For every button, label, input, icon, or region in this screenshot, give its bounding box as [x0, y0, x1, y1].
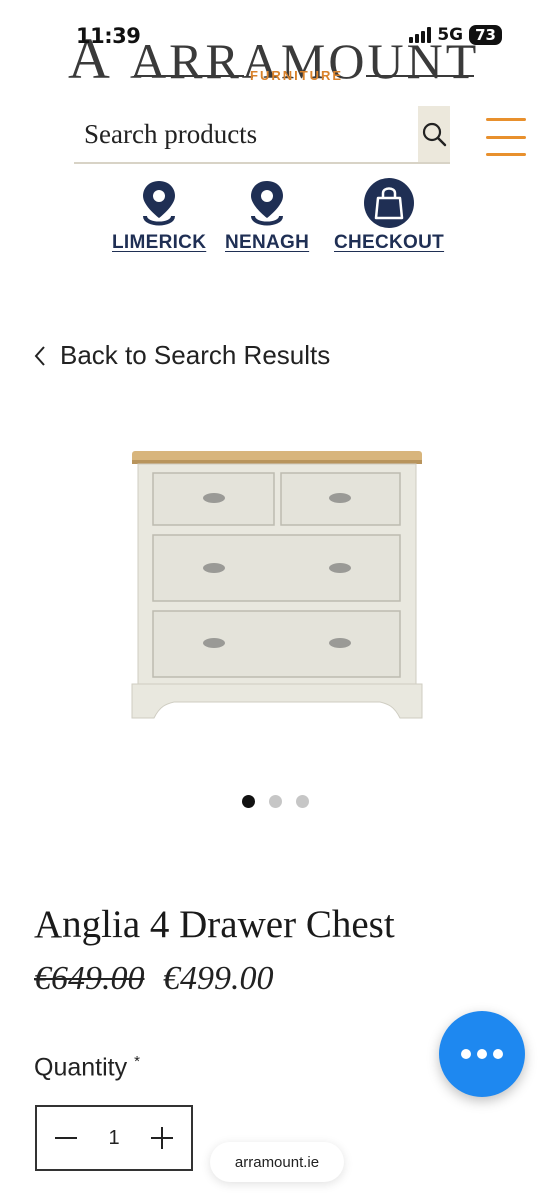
search-input[interactable] — [74, 106, 418, 162]
logo-tagline: FURNITURE — [250, 68, 344, 83]
chat-button[interactable] — [439, 1011, 525, 1097]
gallery-dot[interactable] — [242, 795, 255, 808]
status-indicators: 5G 73 — [409, 25, 502, 45]
location-limerick-link[interactable]: LIMERICK — [112, 178, 206, 254]
minus-icon — [55, 1137, 77, 1139]
logo-rule-left — [134, 75, 244, 77]
more-dots-icon — [461, 1049, 471, 1059]
network-type: 5G — [437, 25, 464, 45]
chevron-left-icon — [34, 345, 45, 366]
quantity-stepper: 1 — [35, 1105, 193, 1171]
gallery-pagination — [242, 795, 309, 808]
battery-level: 73 — [469, 25, 502, 45]
quantity-input[interactable]: 1 — [108, 1127, 119, 1150]
status-time: 11:39 — [76, 24, 141, 48]
quantity-label: Quantity * — [34, 1053, 140, 1082]
original-price: €649.00 — [34, 960, 145, 997]
location-label: CHECKOUT — [334, 232, 445, 253]
location-label: NENAGH — [225, 232, 310, 253]
required-mark: * — [134, 1053, 140, 1070]
checkout-link[interactable]: CHECKOUT — [334, 178, 444, 254]
price-block: €649.00 €499.00 — [34, 960, 274, 998]
search-icon — [422, 122, 447, 147]
location-label: LIMERICK — [112, 232, 207, 253]
back-link-label: Back to Search Results — [60, 340, 331, 370]
gallery-dot[interactable] — [296, 795, 309, 808]
menu-button[interactable] — [486, 118, 526, 156]
location-nenagh-link[interactable]: NENAGH — [225, 178, 309, 254]
product-title: Anglia 4 Drawer Chest — [34, 903, 395, 946]
search-button[interactable] — [418, 106, 450, 162]
search-bar — [74, 106, 450, 164]
map-pin-icon — [251, 181, 284, 226]
back-to-results-link[interactable]: Back to Search Results — [34, 340, 330, 371]
logo-rule-right — [366, 75, 474, 77]
gallery-dot[interactable] — [269, 795, 282, 808]
sale-price: €499.00 — [163, 960, 274, 997]
map-pin-icon — [143, 181, 176, 226]
product-image[interactable] — [128, 446, 426, 726]
shopping-bag-icon — [364, 178, 415, 228]
plus-icon — [151, 1127, 173, 1149]
increment-button[interactable] — [147, 1123, 177, 1153]
cellular-signal-icon — [409, 27, 432, 43]
browser-url-bar[interactable]: arramount.ie — [210, 1142, 344, 1182]
decrement-button[interactable] — [51, 1123, 81, 1153]
